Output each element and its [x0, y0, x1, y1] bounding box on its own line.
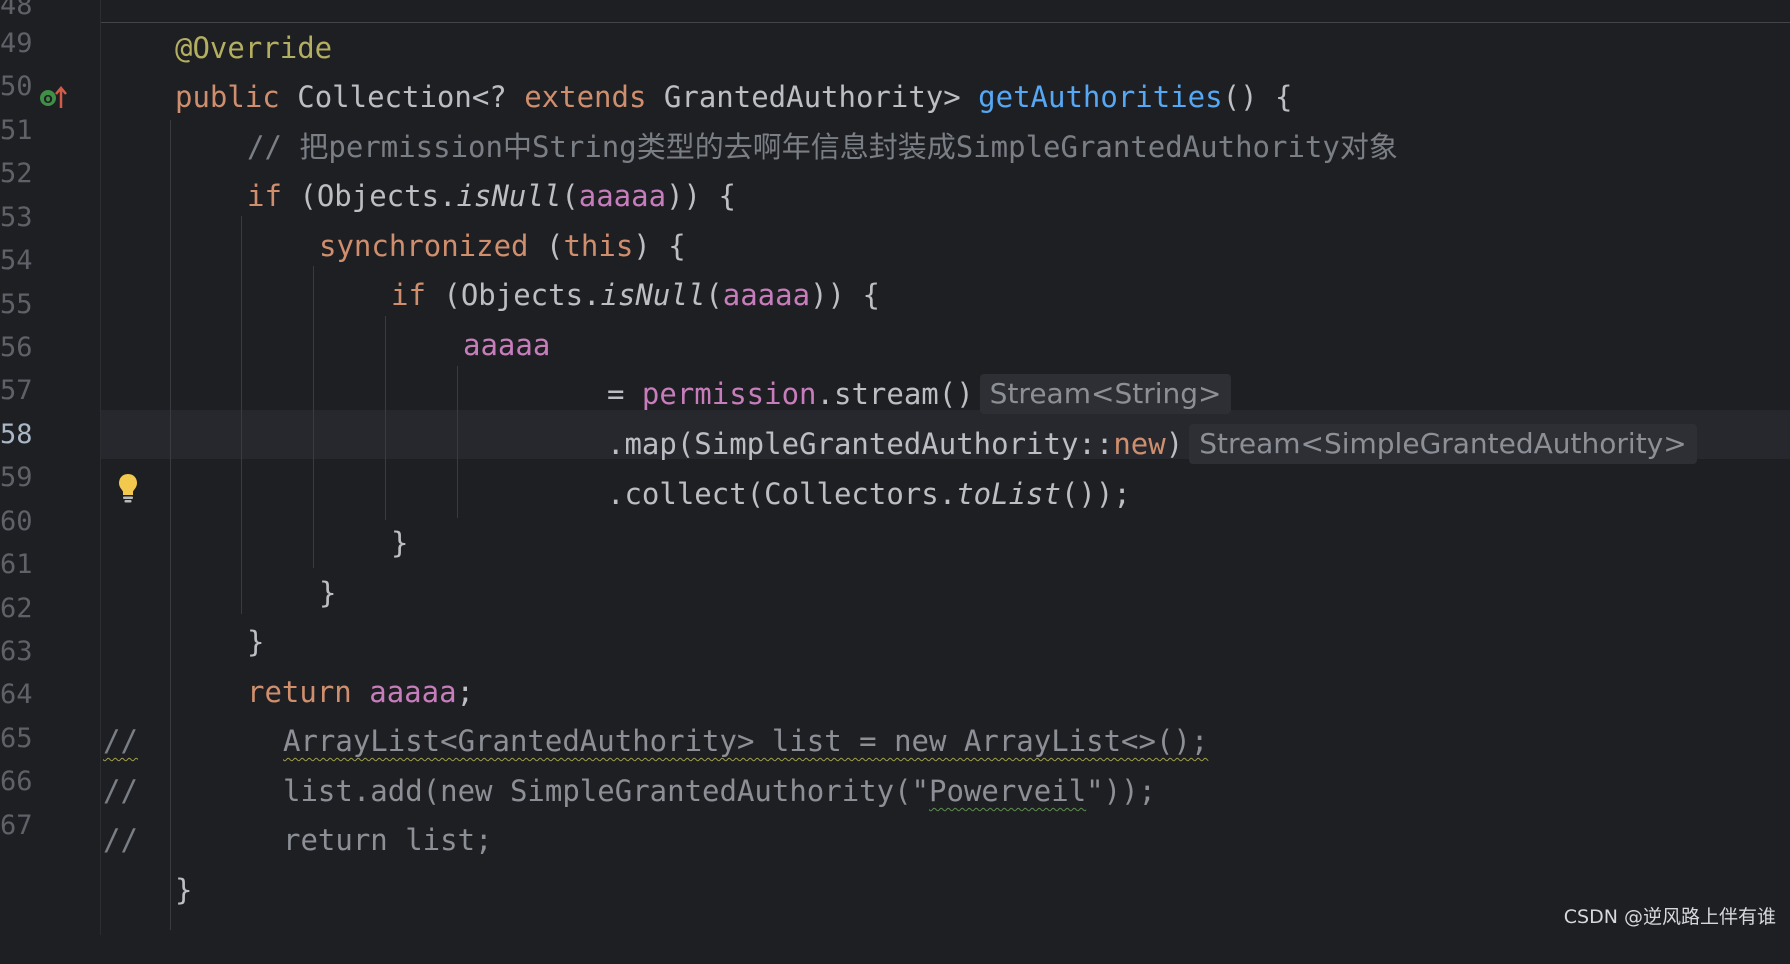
code-text: (	[705, 278, 723, 312]
closing-brace: }	[175, 873, 193, 907]
closing-brace: }	[391, 526, 409, 560]
code-text: .collect(Collectors.	[607, 477, 957, 511]
code-line-65[interactable]: // return list;	[0, 816, 1790, 865]
commented-code: "));	[1086, 774, 1156, 808]
static-call: isNull	[600, 278, 706, 312]
keyword: if	[247, 179, 282, 213]
code-line-58[interactable]: .collect(Collectors.toList());	[0, 470, 1790, 519]
line-comment-marker: //	[103, 774, 138, 808]
method-separator	[101, 22, 1790, 23]
code-line-63[interactable]: // ArrayList<GrantedAuthority> list = ne…	[0, 717, 1790, 766]
code-line-60[interactable]: }	[0, 569, 1790, 618]
code-line-49[interactable]: @Override	[0, 24, 1790, 73]
keyword: this	[563, 229, 634, 263]
code-line-56[interactable]: = permission.stream() Stream<String>	[0, 370, 1790, 419]
code-text: (	[561, 179, 579, 213]
type-hint[interactable]: Stream<String>	[979, 374, 1232, 414]
keyword: new	[1113, 427, 1166, 461]
code-text: () {	[1222, 80, 1293, 114]
code-text: )) {	[666, 179, 736, 213]
line-comment-marker: //	[103, 823, 138, 857]
annotation: @Override	[175, 31, 333, 65]
closing-brace: }	[319, 576, 337, 610]
field-ref: aaaaa	[463, 328, 551, 362]
code-text: (	[528, 229, 564, 263]
code-line-50[interactable]: public Collection<? extends GrantedAutho…	[0, 73, 1790, 122]
static-call: isNull	[456, 179, 562, 213]
code-text: ;	[456, 675, 475, 709]
code-text: )	[1165, 427, 1184, 461]
code-line-66[interactable]: }	[0, 866, 1790, 915]
static-call: toList	[956, 477, 1061, 511]
code-line-61[interactable]: }	[0, 618, 1790, 667]
code-text: .map(SimpleGrantedAuthority::	[607, 427, 1114, 461]
code-line-57[interactable]: .map(SimpleGrantedAuthority::new) Stream<…	[0, 420, 1790, 469]
code-line-64[interactable]: // list.add(new SimpleGrantedAuthority("…	[0, 767, 1790, 816]
field-ref: permission	[641, 377, 817, 411]
commented-code: return list;	[283, 823, 493, 857]
closing-brace: }	[247, 625, 265, 659]
line-comment-marker: //	[103, 724, 138, 758]
code-text: ());	[1060, 477, 1131, 511]
code-text: =	[607, 377, 642, 411]
code-line-51[interactable]: // 把permission中String类型的去啊年信息封装成SimpleGr…	[0, 123, 1790, 172]
code-text: .stream()	[816, 377, 974, 411]
keyword: public	[175, 80, 280, 114]
comment: // 把permission中String类型的去啊年信息封装成SimpleGr…	[247, 130, 1398, 164]
code-line-55[interactable]: aaaaa	[0, 321, 1790, 370]
field-ref: aaaaa	[722, 278, 811, 312]
code-line-54[interactable]: if (Objects.isNull(aaaaa)) {	[0, 271, 1790, 320]
code-line-53[interactable]: synchronized (this) {	[0, 222, 1790, 271]
code-line-62[interactable]: return aaaaa;	[0, 668, 1790, 717]
field-ref: aaaaa	[369, 675, 457, 709]
type-text: Collection<?	[297, 80, 525, 114]
watermark: CSDN @逆风路上伴有谁	[1563, 906, 1776, 928]
code-line-52[interactable]: if (Objects.isNull(aaaaa)) {	[0, 172, 1790, 221]
keyword: extends	[524, 80, 647, 114]
code-text: (Objects.	[425, 278, 601, 312]
type-text: GrantedAuthority>	[646, 80, 979, 114]
keyword: if	[391, 278, 426, 312]
keyword: synchronized	[319, 229, 529, 263]
code-text: )) {	[810, 278, 880, 312]
field-ref: aaaaa	[578, 179, 667, 213]
code-line-59[interactable]: }	[0, 519, 1790, 568]
type-hint[interactable]: Stream<SimpleGrantedAuthority>	[1189, 424, 1697, 464]
code-text: (Objects.	[281, 179, 457, 213]
keyword: return	[247, 675, 352, 709]
commented-code: list.add(new SimpleGrantedAuthority("	[283, 774, 930, 808]
typo-word: Powerveil	[929, 774, 1087, 808]
method-name: getAuthorities	[978, 80, 1223, 114]
code-text: ) {	[633, 229, 686, 263]
commented-code: ArrayList<GrantedAuthority> list = new A…	[283, 724, 1209, 758]
